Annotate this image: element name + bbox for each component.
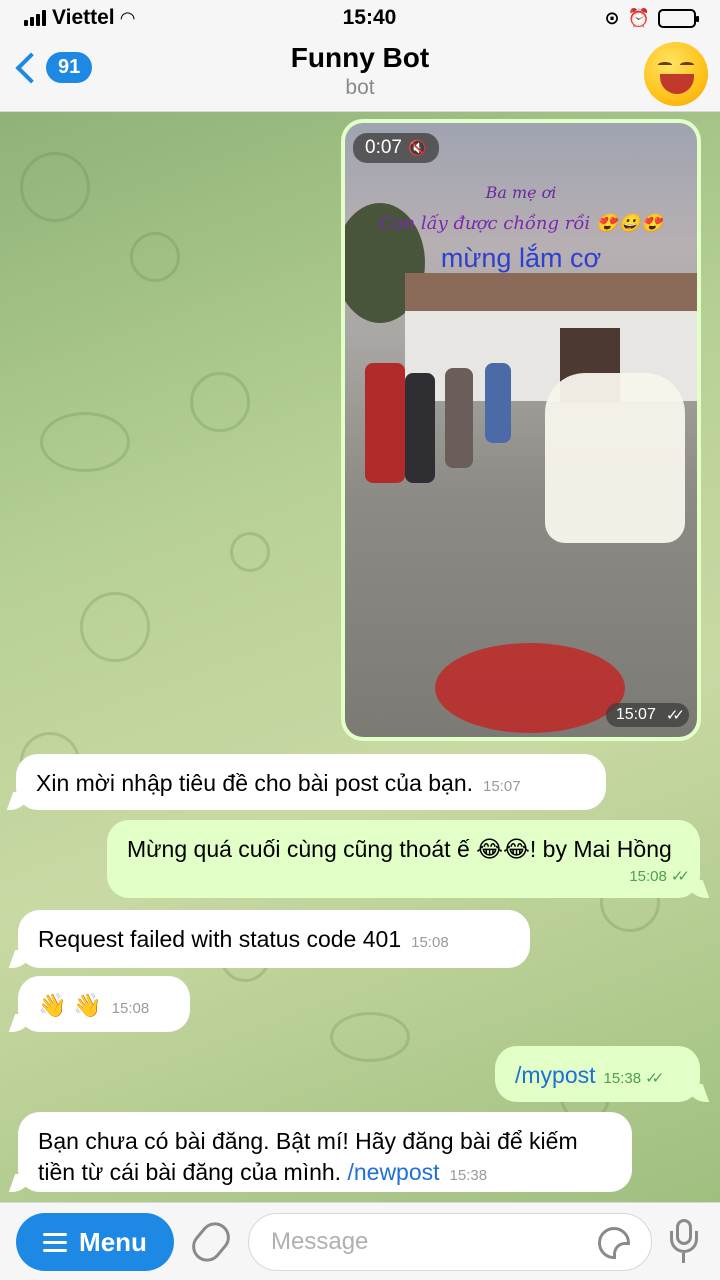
chat-title: Funny Bot xyxy=(290,42,430,73)
signal-icon xyxy=(24,10,46,26)
status-bar: Viettel ◠ 15:40 ⊙ ⏰ xyxy=(0,0,720,36)
video-caption-line2: Con lấy được chồng rồi 😍😀😍 xyxy=(378,213,664,234)
duration-label: 0:07 xyxy=(365,137,402,158)
message-bubble[interactable]: Xin mời nhập tiêu đề cho bài post của bạ… xyxy=(16,754,606,810)
avatar[interactable] xyxy=(644,42,708,106)
message-bubble[interactable]: Request failed with status code 401 15:08 xyxy=(18,910,530,968)
message-bubble[interactable]: Bạn chưa có bài đăng. Bật mí! Hãy đăng b… xyxy=(18,1112,632,1192)
message-text: 👋 👋 xyxy=(38,992,102,1018)
message-input[interactable] xyxy=(248,1213,652,1271)
message-bubble[interactable]: 👋 👋 15:08 xyxy=(18,976,190,1032)
message-bubble[interactable]: Mừng quá cuối cùng cũng thoát ế 😂😂! by M… xyxy=(107,820,700,898)
message-bubble[interactable]: /mypost 15:38 ✓✓ xyxy=(495,1046,700,1102)
attach-icon[interactable] xyxy=(186,1216,236,1268)
double-check-icon: ✓✓ xyxy=(665,707,685,724)
status-time: 15:40 xyxy=(342,6,397,29)
input-bar: Menu xyxy=(0,1202,720,1280)
video-message[interactable]: Ba mẹ ơi Con lấy được chồng rồi 😍😀😍 mừng… xyxy=(341,119,701,741)
message-time: 15:08 xyxy=(111,1000,150,1017)
wifi-icon: ◠ xyxy=(120,7,135,28)
message-text: Xin mời nhập tiêu đề cho bài post của bạ… xyxy=(36,770,474,796)
carrier-name: Viettel xyxy=(52,6,115,29)
video-caption-line3: mừng lắm cơ xyxy=(440,243,602,273)
sticker-icon[interactable] xyxy=(598,1227,630,1259)
video-time: 15:07 xyxy=(615,706,656,723)
command-link[interactable]: /newpost xyxy=(347,1159,439,1185)
command-link[interactable]: /mypost xyxy=(515,1062,596,1088)
chat-subtitle: bot xyxy=(345,76,375,99)
battery-icon xyxy=(657,8,699,28)
double-check-icon: ✓✓ xyxy=(645,1070,664,1087)
hamburger-icon xyxy=(43,1232,68,1252)
mute-icon: 🔇 xyxy=(407,140,427,157)
message-time: 15:38 xyxy=(449,1167,488,1184)
video-duration[interactable]: 0:07 🔇 xyxy=(353,133,439,163)
video-caption-line1: Ba mẹ ơi xyxy=(485,183,557,202)
message-time: 15:08 xyxy=(411,934,449,951)
message-time: 15:08 xyxy=(629,868,667,885)
video-timestamp: 15:07 ✓✓ xyxy=(605,703,689,727)
rotation-lock-icon: ⊙ xyxy=(604,7,620,28)
chat-header: 91 Funny Bot bot xyxy=(0,36,720,112)
message-time: 15:07 xyxy=(483,778,521,795)
microphone-icon[interactable] xyxy=(670,1219,698,1265)
alarm-icon: ⏰ xyxy=(627,7,650,28)
message-text: Bạn chưa có bài đăng. Bật mí! Hãy đăng b… xyxy=(38,1128,578,1185)
menu-label: Menu xyxy=(79,1226,147,1257)
message-meta: 15:08 ✓✓ xyxy=(629,858,690,892)
double-check-icon: ✓✓ xyxy=(670,868,690,885)
video-player[interactable]: Ba mẹ ơi Con lấy được chồng rồi 😍😀😍 mừng… xyxy=(345,123,697,737)
message-time: 15:38 xyxy=(603,1070,642,1087)
message-text: Mừng quá cuối cùng cũng thoát ế 😂😂! by M… xyxy=(127,836,672,862)
message-text: Request failed with status code 401 xyxy=(38,926,402,952)
chat-title-area[interactable]: Funny Bot bot xyxy=(0,42,720,100)
menu-button[interactable]: Menu xyxy=(16,1213,174,1271)
